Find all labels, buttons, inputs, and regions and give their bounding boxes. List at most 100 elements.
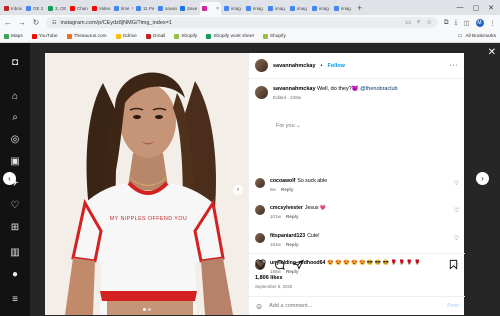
browser-tab[interactable]: Chan×	[68, 2, 89, 15]
like-icon[interactable]	[255, 259, 266, 270]
maximize-icon[interactable]: ▢	[473, 4, 480, 12]
browser-tab[interactable]: Save×	[178, 2, 199, 15]
likes-count[interactable]: 1,806 likes	[255, 275, 283, 281]
comment-username[interactable]: fitspaniard123	[270, 233, 305, 239]
back-icon[interactable]: ←	[4, 18, 12, 27]
browser-tab[interactable]: imag×	[244, 2, 265, 15]
browser-tab[interactable]: Video×	[90, 2, 111, 15]
share-icon[interactable]	[293, 259, 304, 270]
browser-tab[interactable]: imag×	[310, 2, 331, 15]
author-username[interactable]: savannahmckay	[273, 63, 316, 69]
bookmark-item[interactable]: Gmail	[145, 33, 165, 39]
bookmark-item[interactable]: YouTube	[31, 33, 58, 39]
browser-tab[interactable]: imag×	[332, 2, 353, 15]
bookmark-item[interactable]: Shopify work sheet	[206, 33, 254, 39]
tab-label: imag	[253, 6, 263, 11]
comment: cocoawolf So suck able 8w Reply ♡	[255, 178, 459, 192]
save-icon[interactable]	[448, 259, 459, 270]
site-info-icon[interactable]: ☷	[52, 20, 56, 26]
tab-favicon-icon	[224, 6, 229, 11]
caption-username[interactable]: savannahmckay	[273, 86, 316, 92]
explore-icon[interactable]: ◎	[9, 134, 21, 146]
for-you-filter[interactable]: For you ⌄	[276, 123, 301, 129]
new-tab-button[interactable]: +	[354, 2, 365, 15]
browser-tab[interactable]: imag×	[222, 2, 243, 15]
tab-close-icon[interactable]: ×	[132, 6, 133, 12]
bookmark-label: YouTube	[38, 33, 58, 39]
next-post-arrow[interactable]: ›	[476, 172, 489, 185]
zoom-icon[interactable]: ⌕	[417, 19, 420, 26]
bookmark-star-icon[interactable]: ☆	[426, 19, 431, 26]
close-modal-icon[interactable]: ✕	[488, 47, 496, 58]
reply-button[interactable]: Reply	[286, 214, 299, 219]
bookmark-item[interactable]: Maps	[4, 33, 23, 39]
profile-avatar[interactable]: M	[475, 18, 484, 27]
reels-icon[interactable]: ▣	[9, 156, 21, 168]
commenter-avatar[interactable]	[255, 178, 265, 188]
post-comment-button[interactable]: Post	[447, 303, 459, 309]
post-modal: MY NIPPLES OFFEND YOU › savannahmckay • …	[45, 53, 465, 315]
tab-favicon-icon	[334, 6, 339, 11]
browser-tab[interactable]: GE 2×	[24, 2, 45, 15]
all-bookmarks[interactable]: ▭ All Bookmarks	[458, 34, 496, 39]
commenter-avatar[interactable]	[255, 233, 265, 243]
close-window-icon[interactable]: ✕	[488, 4, 494, 12]
commenter-avatar[interactable]	[255, 205, 265, 215]
url-input[interactable]: ☷ instagram.com/p/CEydz8jNMG/?img_index=…	[46, 17, 438, 28]
bookmark-favicon-icon	[174, 33, 180, 39]
instagram-logo-icon[interactable]: ◘	[9, 57, 21, 69]
bookmark-favicon-icon	[66, 33, 72, 39]
bookmark-item[interactable]: Thesaurus.com	[66, 33, 107, 39]
browser-tab[interactable]: 11 Pe ×	[134, 2, 155, 15]
home-icon[interactable]: ⌂	[9, 91, 21, 103]
instagram-page: ◘ ⌂ ⌕ ◎ ▣ ✈ ♡ ⊞ ▥ ● ≡ ✕ ‹ › MY NIPPLES O…	[0, 43, 500, 316]
comment-icon[interactable]	[274, 259, 285, 270]
next-image-arrow[interactable]: ›	[233, 185, 243, 195]
reload-icon[interactable]: ↻	[32, 18, 40, 27]
tab-favicon-icon	[158, 6, 163, 11]
browser-tab[interactable]: 3, CE×	[46, 2, 67, 15]
extension-icon[interactable]: ⧉	[444, 19, 449, 27]
forward-icon[interactable]: →	[18, 18, 26, 27]
caption-avatar[interactable]	[255, 86, 268, 99]
prev-post-arrow[interactable]: ‹	[3, 172, 16, 185]
reply-button[interactable]: Reply	[281, 187, 294, 192]
browser-tab[interactable]: ×	[200, 2, 221, 15]
browser-menu-icon[interactable]: ⋮	[490, 19, 497, 27]
search-icon[interactable]: ⌕	[9, 112, 21, 124]
browser-tab[interactable]: imag×	[266, 2, 287, 15]
bookmark-item[interactable]: Shopify	[262, 33, 286, 39]
profile-icon[interactable]: ●	[9, 269, 21, 281]
follow-button[interactable]: Follow	[327, 63, 344, 69]
comment: cmcsylvester Jesus 💗 101w Reply ♡	[255, 205, 459, 219]
comment-username[interactable]: cmcsylvester	[270, 205, 303, 211]
side-panel-icon[interactable]: ◫	[463, 19, 469, 27]
browser-tab[interactable]: savan×	[156, 2, 177, 15]
comment-like-icon[interactable]: ♡	[454, 180, 459, 192]
emoji-icon[interactable]: ☺	[255, 302, 263, 311]
comment-like-icon[interactable]: ♡	[454, 235, 459, 247]
add-comment-input[interactable]: Add a comment...	[269, 303, 312, 309]
minimize-icon[interactable]: —	[457, 4, 464, 11]
caption-mention[interactable]: @thenobraclub	[360, 86, 397, 92]
more-menu-icon[interactable]: ≡	[9, 294, 21, 306]
notifications-icon[interactable]: ♡	[9, 200, 21, 212]
more-options-icon[interactable]: ···	[450, 62, 459, 69]
bookmark-item[interactable]: Shopify	[174, 33, 197, 39]
create-icon[interactable]: ⊞	[9, 222, 21, 234]
browser-tab[interactable]: Inbox×	[2, 2, 23, 15]
reply-button[interactable]: Reply	[286, 242, 299, 247]
comment-like-icon[interactable]: ♡	[454, 207, 459, 219]
bookmark-item[interactable]: Gdrive	[115, 33, 137, 39]
tab-favicon-icon	[246, 6, 251, 11]
screen-share-icon[interactable]: ▭	[405, 19, 411, 26]
window-controls: — ▢ ✕	[457, 0, 500, 15]
bookmark-label: Gdrive	[122, 33, 137, 39]
dashboard-icon[interactable]: ▥	[9, 247, 21, 259]
comment-username[interactable]: cocoawolf	[270, 178, 295, 184]
download-icon[interactable]: ⤓	[454, 19, 457, 27]
browser-tab[interactable]: imag×	[288, 2, 309, 15]
author-avatar[interactable]	[255, 59, 268, 72]
browser-tab[interactable]: time ×	[112, 2, 133, 15]
tab-close-icon[interactable]: ×	[216, 6, 219, 12]
